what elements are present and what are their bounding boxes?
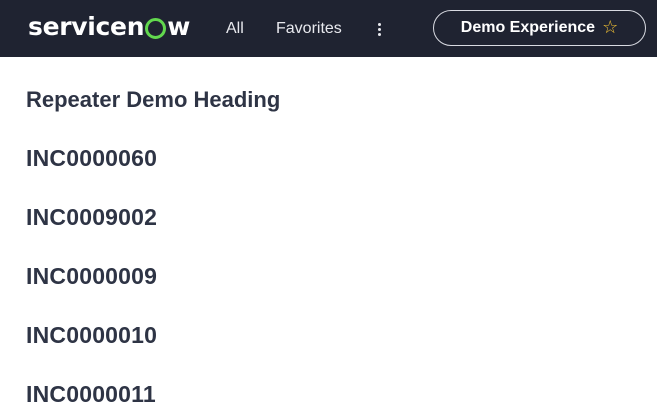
- record-item[interactable]: INC0000060: [26, 145, 157, 172]
- record-item[interactable]: INC0000010: [26, 322, 157, 349]
- servicenow-logo[interactable]: servicen w: [28, 8, 190, 44]
- top-navigation-bar: servicen w All Favorites Demo Experience …: [0, 0, 657, 57]
- demo-experience-button[interactable]: Demo Experience ☆: [433, 10, 646, 46]
- logo-text-start: servicen: [28, 11, 145, 41]
- star-icon[interactable]: ☆: [602, 19, 618, 37]
- record-item[interactable]: INC0000009: [26, 263, 157, 290]
- logo-power-o-icon: [145, 17, 167, 39]
- nav-all-menu[interactable]: All: [226, 18, 244, 40]
- record-item[interactable]: INC0009002: [26, 204, 157, 231]
- more-options-icon[interactable]: [374, 19, 384, 39]
- demo-experience-label: Demo Experience: [460, 19, 596, 36]
- page-heading: Repeater Demo Heading: [26, 87, 281, 112]
- nav-favorites-menu[interactable]: Favorites: [276, 18, 342, 40]
- logo-text-end: w: [167, 11, 191, 41]
- record-item[interactable]: INC0000011: [26, 381, 156, 408]
